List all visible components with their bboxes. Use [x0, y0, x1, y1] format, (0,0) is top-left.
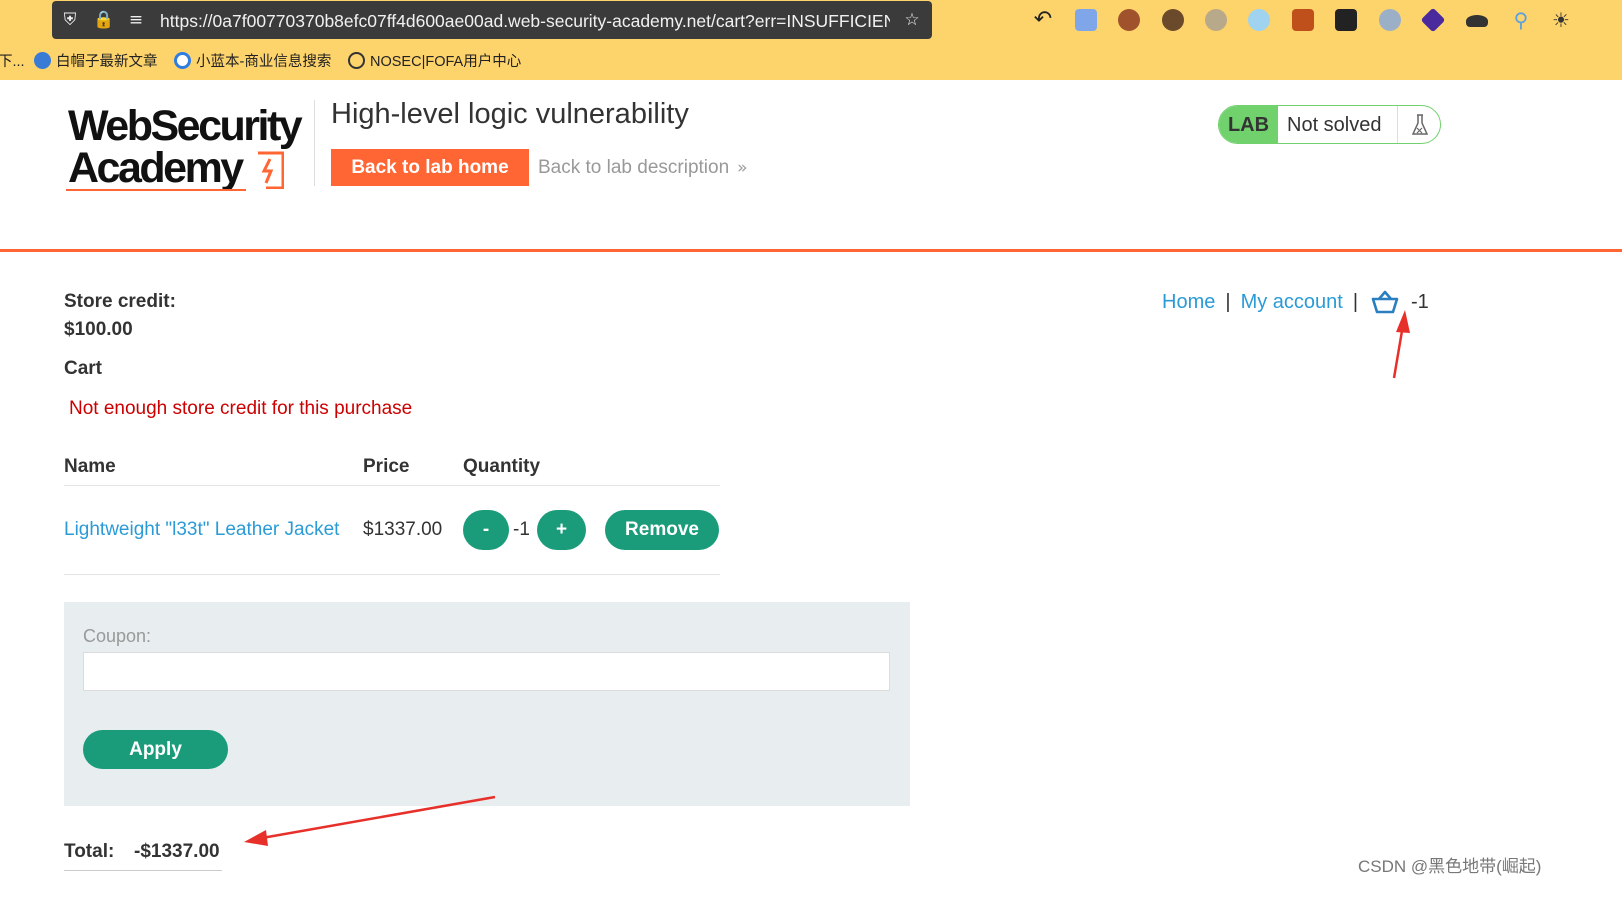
- annotation-overlay: [244, 310, 1410, 846]
- annotation-arrow-total: [244, 795, 496, 846]
- annotation-arrow-cart: [1392, 310, 1410, 379]
